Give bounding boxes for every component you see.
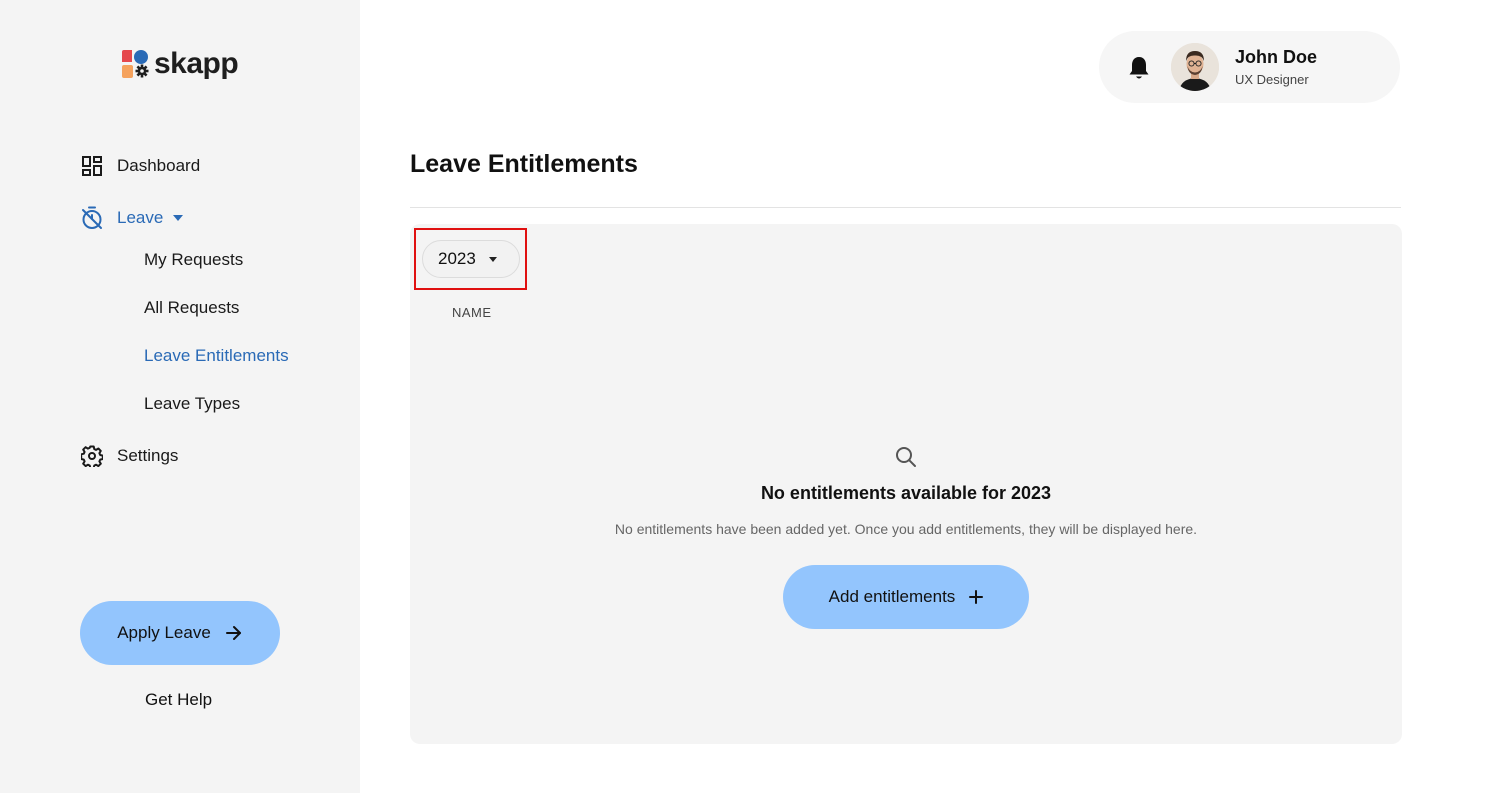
add-entitlements-button[interactable]: Add entitlements [783, 565, 1029, 629]
brand-logo[interactable]: skapp [120, 46, 239, 82]
year-select-value: 2023 [438, 249, 476, 268]
skapp-logo-icon [120, 48, 152, 80]
plus-icon [969, 590, 984, 604]
chevron-down-icon [173, 215, 184, 221]
sidebar-item-label: Dashboard [117, 156, 201, 175]
user-role: UX Designer [1235, 72, 1309, 87]
sidebar-subitem-my-requests[interactable]: My Requests [144, 250, 243, 270]
avatar[interactable] [1171, 43, 1219, 91]
search-icon [894, 445, 918, 469]
dashboard-grid-icon [80, 154, 104, 178]
sidebar-item-label: Settings [117, 446, 179, 465]
brand-name: skapp [154, 47, 239, 80]
bell-icon[interactable] [1127, 55, 1151, 81]
sidebar-subitem-all-requests[interactable]: All Requests [144, 298, 239, 318]
empty-state-description: No entitlements have been added yet. Onc… [614, 521, 1198, 537]
sidebar-item-dashboard[interactable]: Dashboard [80, 154, 200, 178]
divider [410, 207, 1401, 208]
timer-off-icon [80, 206, 104, 230]
sidebar-item-label: Leave [117, 208, 164, 227]
get-help-link[interactable]: Get Help [145, 690, 212, 710]
apply-leave-button[interactable]: Apply Leave [80, 601, 280, 665]
apply-leave-label: Apply Leave [117, 623, 211, 642]
sidebar-item-leave[interactable]: Leave [80, 206, 184, 230]
add-entitlements-label: Add entitlements [828, 587, 956, 606]
page-title: Leave Entitlements [410, 150, 638, 178]
chevron-down-icon [488, 256, 497, 262]
sidebar-subitem-leave-types[interactable]: Leave Types [144, 394, 240, 414]
gear-icon [80, 444, 104, 468]
sidebar-subitem-leave-entitlements[interactable]: Leave Entitlements [144, 346, 289, 366]
sidebar: skapp Dashboard Leave My Requests All Re… [0, 0, 360, 793]
user-profile-bar: John Doe UX Designer [1099, 31, 1400, 103]
user-name: John Doe [1235, 47, 1318, 67]
arrow-right-icon [225, 625, 243, 641]
column-header-name: NAME [452, 305, 492, 320]
sidebar-item-settings[interactable]: Settings [80, 444, 178, 468]
year-select[interactable]: 2023 [422, 240, 520, 278]
empty-state-title: No entitlements available for 2023 [760, 483, 1052, 503]
